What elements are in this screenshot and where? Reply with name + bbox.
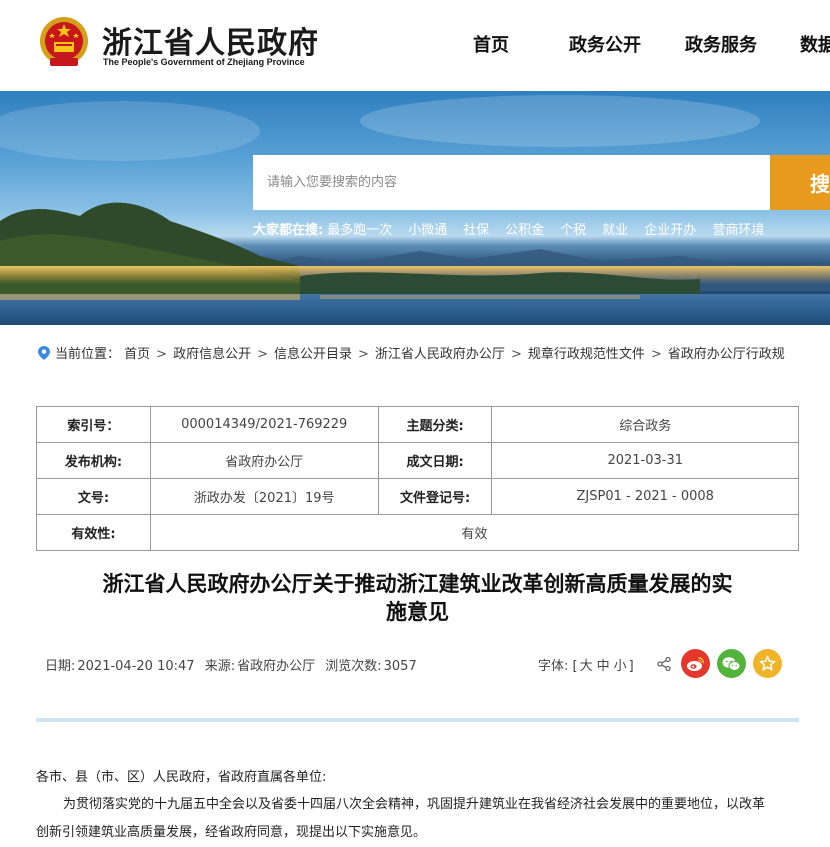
- date-label: 成文日期:: [377, 442, 493, 479]
- breadcrumb-current[interactable]: 省政府办公厅行政规: [668, 347, 785, 362]
- wechat-share-button[interactable]: [717, 649, 746, 678]
- hot-search-label: 大家都在搜:: [253, 223, 324, 238]
- table-row: 索引号： 000014349/2021-769229 主题分类: 综合政务: [36, 406, 799, 443]
- hot-search-list: 大家都在搜: 最多跑一次 小微通 社保 公积金 个税 就业 企业开办 营商环境: [253, 219, 764, 238]
- bracket-close: ]: [628, 659, 634, 674]
- star-icon: [759, 655, 776, 671]
- regno-label: 文件登记号:: [377, 478, 493, 515]
- site-subtitle: The People's Government of Zhejiang Prov…: [103, 57, 305, 67]
- favorite-button[interactable]: [753, 649, 782, 678]
- breadcrumb-separator: >: [510, 347, 522, 362]
- nav-home[interactable]: 首页: [473, 31, 509, 57]
- hot-search-item[interactable]: 就业: [602, 223, 628, 238]
- views-label: 浏览次数:: [325, 659, 382, 674]
- issuer-label: 发布机构:: [36, 442, 151, 479]
- site-header: 浙江省人民政府 The People's Government of Zheji…: [0, 0, 830, 91]
- article-title-line: 施意见: [386, 600, 449, 624]
- bracket-open: [: [572, 659, 578, 674]
- docno-label: 文号:: [36, 478, 151, 515]
- national-emblem-icon[interactable]: [38, 14, 90, 70]
- hot-search-item[interactable]: 公积金: [505, 223, 544, 238]
- index-value: 000014349/2021-769229: [149, 406, 379, 443]
- table-row: 有效性: 有效: [36, 514, 800, 551]
- search-button[interactable]: 搜: [770, 155, 830, 210]
- article-title: 浙江省人民政府办公厅关于推动浙江建筑业改革创新高质量发展的实 施意见: [36, 570, 799, 626]
- validity-label: 有效性:: [36, 514, 151, 551]
- validity-value: 有效: [149, 514, 800, 551]
- font-size-control: 字体: [大中小]: [538, 655, 634, 674]
- date-label: 日期:: [45, 659, 76, 674]
- search-input[interactable]: [253, 155, 770, 210]
- breadcrumb-gov-info[interactable]: 政府信息公开: [173, 347, 251, 362]
- source-label: 来源:: [204, 659, 236, 674]
- table-row: 发布机构: 省政府办公厅 成文日期: 2021-03-31: [36, 442, 799, 479]
- nav-government-affairs-open[interactable]: 政务公开: [569, 31, 641, 57]
- weibo-share-button[interactable]: [681, 649, 710, 678]
- article-title-line: 浙江省人民政府办公厅关于推动浙江建筑业改革创新高质量发展的实: [102, 572, 733, 596]
- index-label: 索引号：: [36, 406, 151, 443]
- article-meta: 日期: 2021-04-20 10:47 来源: 省政府办公厅 浏览次数: 3057: [45, 655, 423, 674]
- breadcrumb-separator: >: [650, 347, 662, 362]
- nav-government-services[interactable]: 政务服务: [685, 31, 757, 57]
- breadcrumb-catalog[interactable]: 信息公开目录: [274, 347, 352, 362]
- hot-search-item[interactable]: 个税: [560, 223, 586, 238]
- nav-data[interactable]: 数据: [800, 31, 830, 57]
- share-icon[interactable]: [656, 656, 672, 672]
- document-info-table: 索引号： 000014349/2021-769229 主题分类: 综合政务 发布…: [36, 406, 800, 551]
- breadcrumb-office[interactable]: 浙江省人民政府办公厅: [375, 347, 505, 362]
- font-size-small-button[interactable]: 小: [614, 659, 627, 674]
- hot-search-item[interactable]: 社保: [463, 223, 489, 238]
- date-value: 2021-03-31: [491, 442, 799, 479]
- breadcrumb-prefix: 当前位置：: [55, 347, 121, 362]
- table-row: 文号: 浙政办发〔2021〕19号 文件登记号: ZJSP01 - 2021 -…: [36, 478, 799, 515]
- breadcrumb-separator: >: [156, 347, 168, 362]
- issuer-value: 省政府办公厅: [149, 442, 379, 479]
- article-paragraph: 创新引领建筑业高质量发展，经省政府同意，现提出以下实施意见。: [36, 825, 427, 840]
- breadcrumb-separator: >: [257, 347, 268, 362]
- font-size-large-button[interactable]: 大: [580, 659, 593, 674]
- location-pin-icon: [38, 346, 50, 360]
- breadcrumb-separator: >: [358, 347, 369, 362]
- breadcrumb: 当前位置： 首页 > 政府信息公开 > 信息公开目录 > 浙江省人民政府办公厅 > 规章行政规范…: [38, 343, 830, 363]
- views-count: 3057: [383, 659, 417, 674]
- regno-value: ZJSP01 - 2021 - 0008: [491, 478, 799, 515]
- hot-search-item[interactable]: 营商环境: [712, 223, 764, 238]
- weibo-icon: [687, 656, 704, 671]
- hot-search-item[interactable]: 小微通: [408, 223, 447, 238]
- site-title[interactable]: 浙江省人民政府: [102, 18, 319, 62]
- category-value: 综合政务: [491, 406, 799, 443]
- publish-date: 2021-04-20 10:47: [77, 659, 195, 674]
- section-divider: [36, 718, 799, 722]
- wechat-icon: [722, 656, 741, 671]
- breadcrumb-home[interactable]: 首页: [124, 347, 150, 362]
- source-value: 省政府办公厅: [237, 659, 316, 674]
- breadcrumb-regulations[interactable]: 规章行政规范性文件: [528, 347, 645, 362]
- docno-value: 浙政办发〔2021〕19号: [149, 478, 379, 515]
- category-label: 主题分类:: [377, 406, 493, 443]
- article-paragraph: 为贯彻落实党的十九届五中全会以及省委十四届八次全会精神，巩固提升建筑业在我省经济…: [63, 797, 766, 812]
- font-size-medium-button[interactable]: 中: [597, 659, 610, 674]
- font-size-label: 字体:: [538, 659, 569, 674]
- hot-search-item[interactable]: 最多跑一次: [327, 223, 392, 238]
- hot-search-item[interactable]: 企业开办: [644, 223, 696, 238]
- article-paragraph: 各市、县（市、区）人民政府，省政府直属各单位:: [36, 770, 327, 785]
- hero-banner: 搜 大家都在搜:最多跑一次 小微通 社保 公积金 个税 就业 企业开办 营商环境: [0, 91, 830, 325]
